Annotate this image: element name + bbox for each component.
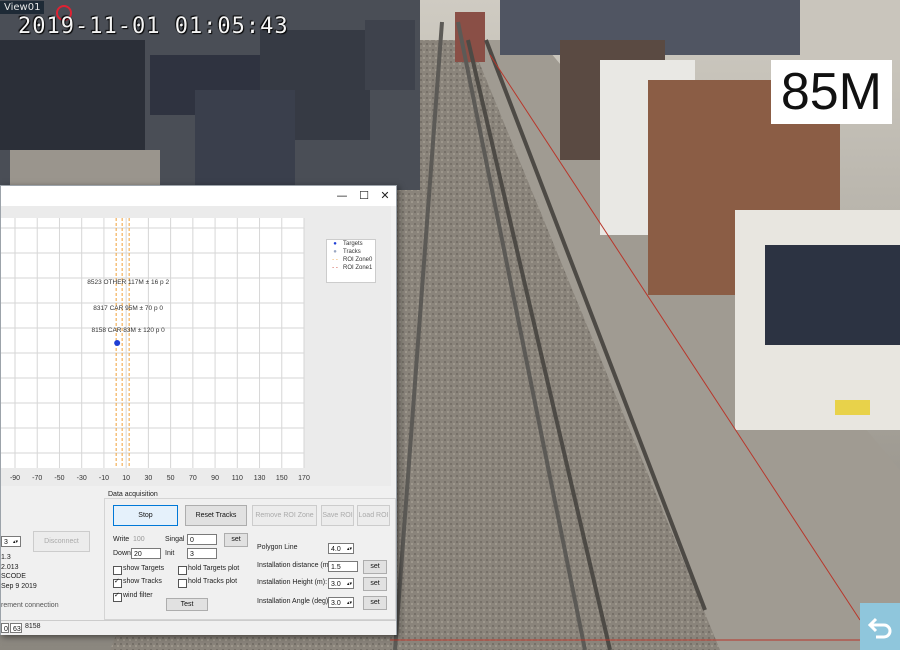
set-install-angle-button[interactable]: set [363,596,387,610]
install-height-label: Installation Height (m): [257,579,328,586]
install-distance-label: Installation distance (m): [257,562,333,569]
port-combo[interactable]: 3 ▴▾ [1,536,21,547]
singal-label: Singal [165,536,185,543]
x-tick-label: 110 [232,475,243,482]
show-targets-checkbox[interactable] [113,566,122,575]
disconnect-button[interactable]: Disconnect [33,531,90,552]
set-install-height-button[interactable]: set [363,577,387,591]
write-label: Write [113,536,130,543]
hold-tracks-plot-checkbox[interactable] [178,579,187,588]
stop-button[interactable]: Stop [113,505,178,526]
hold-targets-plot-checkbox[interactable] [178,566,187,575]
target-annotation: 8523 OTHER 117M ± 16 p 2 [87,279,169,286]
x-tick-label: -10 [99,475,109,482]
legend-label: ROI Zone1 [343,265,373,271]
x-tick-label: -90 [10,475,20,482]
install-height-value: 3.0 [331,581,341,588]
set-install-distance-button[interactable]: set [363,560,387,574]
x-tick-label: 30 [144,475,152,482]
show-tracks-label: show Tracks [123,578,162,585]
wind-filter-checkbox[interactable] [113,591,122,602]
install-angle-input[interactable]: 3.0 ▴▾ [328,597,354,608]
singal-input[interactable]: 0 [187,534,217,545]
x-tick-label: 170 [298,475,310,482]
x-tick-label: 150 [276,475,288,482]
info-line-4: Sep 9 2019 [1,583,37,590]
plot-legend: ● Targets ● Tracks - - ROI Zone0 - - ROI Zon… [326,239,376,283]
init-input[interactable]: 3 [187,548,217,559]
x-tick-label: -50 [54,475,64,482]
camera-view-label: View01 [0,1,45,14]
legend-targets: ● Targets [333,241,363,247]
plot-background [1,218,304,468]
legend-roi-zone1: - - ROI Zone1 [332,265,373,271]
hold-tracks-plot-label: hold Tracks plot [188,578,238,585]
x-tick-label: 10 [122,475,130,482]
down-label: Down [113,550,131,557]
show-targets-label: show Targets [123,565,165,572]
target-annotation: 8317 CAR 95M ± 70 p 0 [93,305,163,312]
x-tick-label: -70 [32,475,42,482]
save-roi-button[interactable]: Save ROI [321,505,354,526]
install-height-input[interactable]: 3.0 ▴▾ [328,578,354,589]
down-input[interactable]: 20 [131,548,161,559]
radar-app-window: — ☐ ✕ -90 -70 -50 -30 -10 10 30 50 70 90 110 130 150… [0,185,397,635]
x-tick-label: 50 [167,475,175,482]
maximize-button[interactable]: ☐ [353,188,375,204]
x-tick-label: 70 [189,475,197,482]
polygon-line-label: Polygon Line [257,544,298,551]
radar-plot[interactable]: -90 -70 -50 -30 -10 10 30 50 70 90 110 130 150 170 852… [1,206,391,486]
status-field-a: 0 [1,623,9,633]
polygon-line-value: 4.0 [331,546,341,553]
status-field-c: 8158 [25,623,41,630]
data-acquisition-title: Data acquisition [108,491,158,498]
install-distance-input[interactable]: 1.5 [328,561,358,572]
install-angle-label: Installation Angle (deg): [257,598,331,605]
legend-roi-zone0: - - ROI Zone0 [332,257,373,263]
wind-filter-label: wind filter [123,592,153,599]
info-line-1: 1.3 [1,554,11,561]
test-button[interactable]: Test [166,598,208,611]
target-point [114,340,121,346]
target-annotation: 8158 CAR 83M ± 120 p 0 [91,327,165,334]
info-line-3: SCODE [1,573,26,580]
info-line-2: 2.013 [1,564,19,571]
remove-roi-zone-button[interactable]: Remove ROI Zone [252,505,317,526]
status-bar: 0 63 8158 [1,620,396,635]
status-field-b: 63 [10,623,22,633]
port-combo-value: 3 [4,539,8,546]
connection-status: rement connection [1,602,59,609]
legend-label: ROI Zone0 [343,257,373,263]
camera-timestamp: 2019-11-01 01:05:43 [18,14,289,39]
install-angle-value: 3.0 [331,600,341,607]
legend-tracks: ● Tracks [333,249,361,255]
x-tick-label: 130 [254,475,266,482]
hold-targets-plot-label: hold Targets plot [188,565,240,572]
write-value: 100 [133,536,145,543]
close-button[interactable]: ✕ [374,188,396,204]
x-tick-label: 90 [211,475,219,482]
show-tracks-checkbox[interactable] [113,577,122,588]
x-tick-label: -30 [77,475,87,482]
reset-tracks-button[interactable]: Reset Tracks [185,505,247,526]
return-arrow-icon [867,617,892,638]
legend-label: Tracks [343,249,361,255]
set-singal-button[interactable]: set [224,533,248,547]
legend-label: Targets [343,241,363,247]
init-label: Init [165,550,175,557]
load-roi-button[interactable]: Load ROI [357,505,390,526]
polygon-line-input[interactable]: 4.0 ▴▾ [328,543,354,554]
back-arrow-button[interactable] [860,603,900,650]
minimize-button[interactable]: — [331,188,353,204]
distance-overlay: 85M [770,60,892,124]
window-titlebar[interactable]: — ☐ ✕ [1,186,396,206]
